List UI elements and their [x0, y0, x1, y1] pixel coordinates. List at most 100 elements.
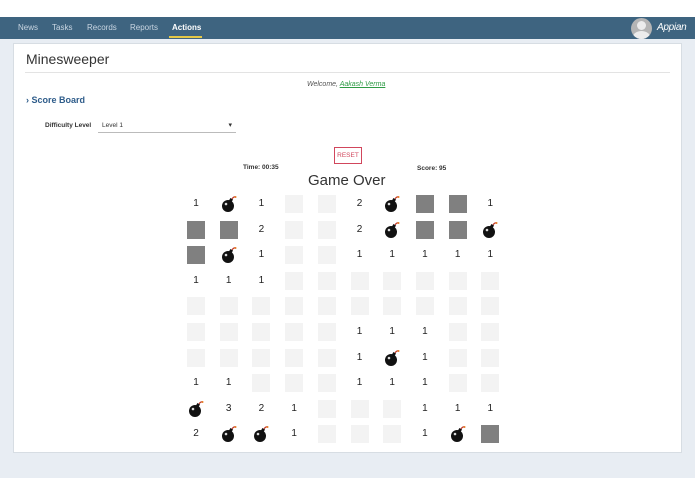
hidden-cell[interactable]: [350, 271, 369, 290]
revealed-empty-cell[interactable]: [219, 220, 238, 239]
nav-tab-news[interactable]: News: [18, 23, 38, 32]
number-cell[interactable]: 1: [285, 400, 303, 418]
number-cell[interactable]: 1: [449, 246, 467, 264]
number-cell[interactable]: 1: [187, 195, 205, 213]
number-cell[interactable]: 2: [252, 400, 270, 418]
hidden-cell[interactable]: [481, 323, 500, 341]
hidden-cell[interactable]: [481, 374, 500, 393]
hidden-cell[interactable]: [317, 297, 336, 316]
hidden-cell[interactable]: [481, 271, 500, 290]
revealed-empty-cell[interactable]: [187, 220, 205, 239]
hidden-cell[interactable]: [448, 348, 467, 367]
hidden-cell[interactable]: [481, 348, 500, 367]
revealed-empty-cell[interactable]: [448, 195, 467, 213]
number-cell[interactable]: 3: [220, 400, 238, 418]
hidden-cell[interactable]: [187, 297, 205, 316]
bomb-cell[interactable]: [220, 195, 238, 213]
number-cell[interactable]: 1: [285, 425, 303, 443]
hidden-cell[interactable]: [383, 271, 402, 290]
number-cell[interactable]: 1: [187, 272, 205, 290]
hidden-cell[interactable]: [285, 271, 304, 290]
number-cell[interactable]: 1: [351, 323, 369, 341]
number-cell[interactable]: 1: [416, 425, 434, 443]
number-cell[interactable]: 2: [187, 425, 205, 443]
hidden-cell[interactable]: [317, 220, 336, 239]
hidden-cell[interactable]: [481, 297, 500, 316]
bomb-cell[interactable]: [383, 349, 401, 367]
number-cell[interactable]: 1: [187, 374, 205, 392]
bomb-cell[interactable]: [383, 195, 401, 213]
hidden-cell[interactable]: [285, 297, 304, 316]
number-cell[interactable]: 1: [416, 246, 434, 264]
hidden-cell[interactable]: [448, 323, 467, 341]
hidden-cell[interactable]: [285, 348, 304, 367]
number-cell[interactable]: 2: [351, 221, 369, 239]
number-cell[interactable]: 1: [416, 349, 434, 367]
number-cell[interactable]: 1: [416, 374, 434, 392]
hidden-cell[interactable]: [415, 271, 434, 290]
hidden-cell[interactable]: [187, 323, 205, 341]
number-cell[interactable]: 1: [383, 374, 401, 392]
hidden-cell[interactable]: [448, 374, 467, 393]
hidden-cell[interactable]: [317, 246, 336, 265]
hidden-cell[interactable]: [317, 348, 336, 367]
bomb-cell[interactable]: [383, 221, 401, 239]
number-cell[interactable]: 1: [383, 246, 401, 264]
number-cell[interactable]: 1: [252, 272, 270, 290]
number-cell[interactable]: 1: [449, 400, 467, 418]
number-cell[interactable]: 1: [383, 323, 401, 341]
bomb-cell[interactable]: [220, 246, 238, 264]
hidden-cell[interactable]: [415, 297, 434, 316]
hidden-cell[interactable]: [350, 399, 369, 418]
hidden-cell[interactable]: [285, 374, 304, 393]
number-cell[interactable]: 1: [416, 400, 434, 418]
hidden-cell[interactable]: [448, 271, 467, 290]
number-cell[interactable]: 1: [252, 195, 270, 213]
bomb-cell[interactable]: [449, 425, 467, 443]
hidden-cell[interactable]: [187, 348, 205, 367]
number-cell[interactable]: 1: [351, 349, 369, 367]
revealed-empty-cell[interactable]: [448, 220, 467, 239]
hidden-cell[interactable]: [285, 220, 304, 239]
number-cell[interactable]: 2: [351, 195, 369, 213]
hidden-cell[interactable]: [317, 374, 336, 393]
hidden-cell[interactable]: [383, 425, 402, 444]
number-cell[interactable]: 2: [252, 221, 270, 239]
difficulty-dropdown[interactable]: Level 1 ▾: [98, 119, 236, 133]
bomb-cell[interactable]: [481, 221, 499, 239]
number-cell[interactable]: 1: [220, 272, 238, 290]
revealed-empty-cell[interactable]: [481, 425, 500, 444]
nav-tab-actions[interactable]: Actions: [172, 23, 201, 32]
hidden-cell[interactable]: [383, 297, 402, 316]
hidden-cell[interactable]: [448, 297, 467, 316]
hidden-cell[interactable]: [317, 323, 336, 341]
scoreboard-toggle[interactable]: › Score Board: [26, 95, 85, 105]
number-cell[interactable]: 1: [416, 323, 434, 341]
number-cell[interactable]: 1: [481, 195, 499, 213]
revealed-empty-cell[interactable]: [415, 195, 434, 213]
hidden-cell[interactable]: [350, 297, 369, 316]
hidden-cell[interactable]: [252, 374, 271, 393]
revealed-empty-cell[interactable]: [415, 220, 434, 239]
hidden-cell[interactable]: [252, 348, 271, 367]
hidden-cell[interactable]: [219, 297, 238, 316]
number-cell[interactable]: 1: [351, 374, 369, 392]
hidden-cell[interactable]: [252, 297, 271, 316]
hidden-cell[interactable]: [285, 246, 304, 265]
bomb-cell[interactable]: [187, 400, 205, 418]
hidden-cell[interactable]: [285, 195, 304, 213]
hidden-cell[interactable]: [350, 425, 369, 444]
user-avatar-icon[interactable]: [631, 18, 652, 39]
number-cell[interactable]: 1: [220, 374, 238, 392]
hidden-cell[interactable]: [285, 323, 304, 341]
hidden-cell[interactable]: [317, 425, 336, 444]
bomb-cell[interactable]: [220, 425, 238, 443]
hidden-cell[interactable]: [317, 271, 336, 290]
hidden-cell[interactable]: [317, 399, 336, 418]
nav-tab-reports[interactable]: Reports: [130, 23, 158, 32]
hidden-cell[interactable]: [317, 195, 336, 213]
hidden-cell[interactable]: [383, 399, 402, 418]
revealed-empty-cell[interactable]: [187, 246, 205, 265]
reset-button[interactable]: RESET: [334, 147, 362, 164]
hidden-cell[interactable]: [252, 323, 271, 341]
